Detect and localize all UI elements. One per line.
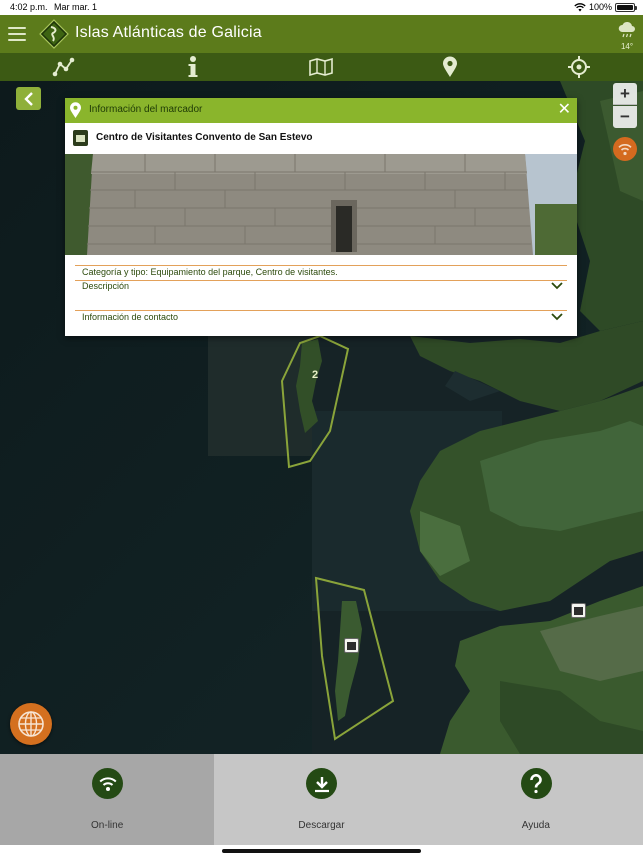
- rain-cloud-icon: [618, 21, 635, 38]
- tab-online[interactable]: On-line: [0, 754, 215, 845]
- crosshair-icon: [567, 56, 590, 78]
- app-title: Islas Atlánticas de Galicia: [75, 24, 262, 41]
- wifi-icon: [92, 768, 124, 799]
- marker-info-popup: Información del marcador ✕ Centro de Vis…: [65, 98, 577, 336]
- visitor-center-icon: [73, 130, 88, 146]
- description-toggle[interactable]: Descripción: [82, 281, 129, 291]
- poi-title-row: Centro de Visitantes Convento de San Est…: [65, 123, 577, 154]
- popup-title: Información del marcador: [89, 104, 203, 115]
- tab-label: Descargar: [298, 820, 345, 831]
- weather-widget[interactable]: 14°: [617, 21, 637, 51]
- popup-header: Información del marcador ✕: [65, 98, 577, 123]
- tool-map-layers[interactable]: [257, 53, 386, 81]
- chevron-down-icon[interactable]: [551, 312, 563, 321]
- wifi-status-icon: [574, 2, 586, 11]
- tab-download[interactable]: Descargar: [214, 754, 428, 845]
- chevron-down-icon[interactable]: [551, 281, 563, 290]
- app-header: Islas Atlánticas de Galicia 14°: [0, 15, 643, 53]
- contact-toggle[interactable]: Información de contacto: [82, 312, 178, 322]
- home-indicator[interactable]: [222, 849, 421, 853]
- close-icon[interactable]: ✕: [558, 101, 571, 119]
- poi-photo: [65, 154, 577, 255]
- tool-routes[interactable]: [0, 53, 129, 81]
- category-type: Categoría y tipo: Equipamiento del parqu…: [82, 267, 338, 277]
- weather-temperature: 14°: [620, 42, 634, 51]
- status-right: 100%: [574, 2, 637, 12]
- info-icon: [188, 56, 198, 77]
- help-icon: [520, 768, 552, 799]
- download-icon: [306, 768, 338, 799]
- poi-name: Centro de Visitantes Convento de San Est…: [96, 132, 313, 143]
- tool-locate-me[interactable]: [514, 53, 643, 81]
- chevron-left-icon: [23, 91, 33, 106]
- location-pin-icon: [70, 102, 81, 118]
- divider: [75, 280, 567, 281]
- menu-icon[interactable]: [8, 27, 26, 41]
- status-date: Mar mar. 1: [54, 2, 98, 12]
- battery-percent: 100%: [588, 2, 612, 12]
- home-indicator-area: [0, 845, 643, 858]
- wifi-icon: [618, 144, 632, 156]
- routes-icon: [52, 57, 75, 77]
- wifi-map-button[interactable]: [613, 137, 637, 161]
- zoom-in-button[interactable]: +: [613, 83, 637, 105]
- tab-label: On-line: [91, 820, 124, 831]
- poi-marker[interactable]: [344, 638, 359, 653]
- poi-marker[interactable]: [571, 603, 586, 618]
- tool-location[interactable]: [386, 53, 515, 81]
- divider: [75, 265, 567, 266]
- map-layers-icon: [309, 57, 334, 77]
- map-type-button[interactable]: [10, 703, 52, 745]
- area-label: 2: [312, 369, 319, 381]
- tab-label: Ayuda: [521, 820, 550, 831]
- back-button[interactable]: [16, 87, 41, 110]
- zoom-out-button[interactable]: −: [613, 106, 637, 128]
- app-logo: [39, 19, 69, 49]
- status-time: 4:02 p.m.: [10, 2, 48, 12]
- bottom-tab-bar: On-line Descargar Ayuda: [0, 754, 643, 845]
- globe-icon: [18, 711, 44, 737]
- tab-help[interactable]: Ayuda: [429, 754, 643, 845]
- location-pin-icon: [443, 56, 458, 77]
- battery-icon: [615, 2, 637, 12]
- tool-info[interactable]: [129, 53, 258, 81]
- divider: [75, 310, 567, 311]
- status-bar: 4:02 p.m. Mar mar. 1 100%: [0, 0, 643, 15]
- map-toolbar: [0, 53, 643, 81]
